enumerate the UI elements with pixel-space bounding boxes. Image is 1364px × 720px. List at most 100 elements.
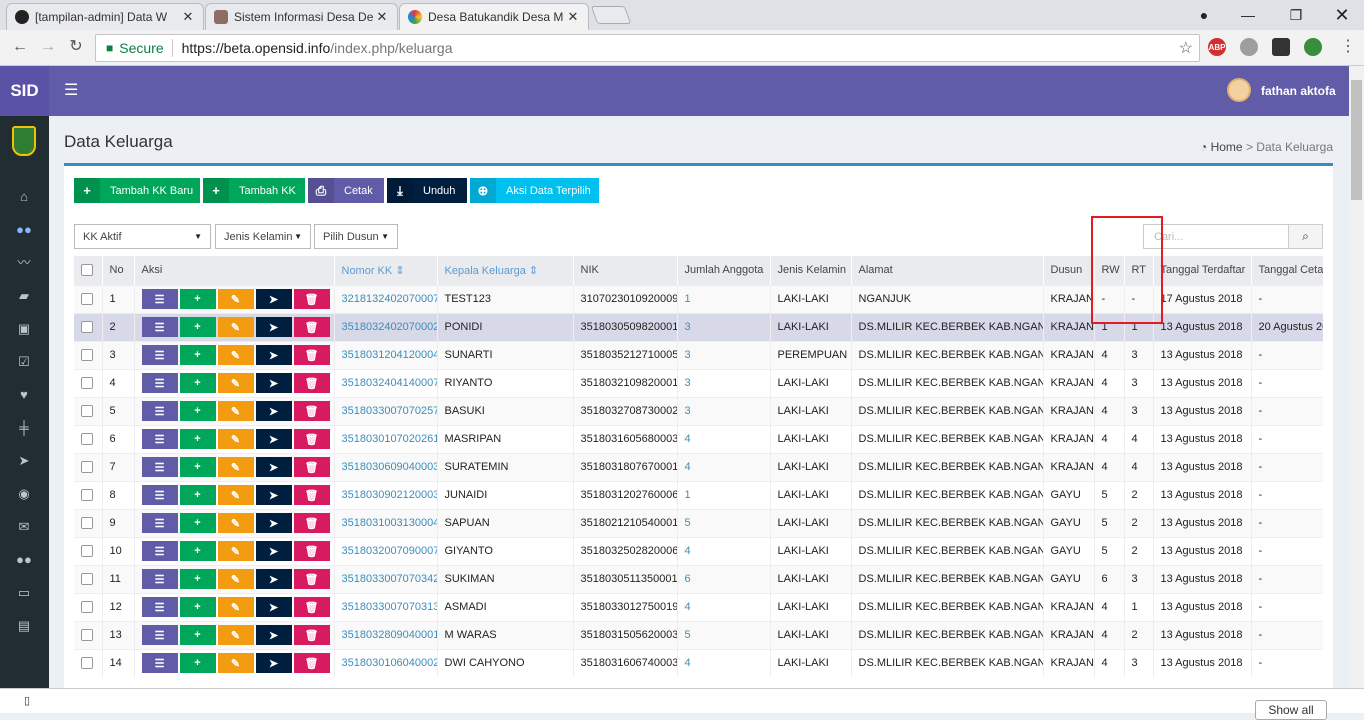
hapus-button[interactable]: 🗑 (293, 373, 330, 393)
show-all-downloads-button[interactable]: Show all (1255, 700, 1327, 720)
row-checkbox[interactable] (81, 601, 93, 614)
lokasi-button[interactable]: ➤ (255, 457, 292, 477)
new-tab-button[interactable] (590, 6, 632, 24)
ubah-button[interactable]: ✎ (217, 625, 254, 645)
tambah-kk-button[interactable]: + Tambah KK (203, 178, 305, 203)
row-checkbox[interactable] (81, 461, 93, 474)
header-kepala-keluarga[interactable]: Kepala Keluarga ⇕ (437, 256, 574, 285)
lokasi-button[interactable]: ➤ (255, 625, 292, 645)
search-input[interactable]: Cari... (1143, 224, 1289, 249)
inbox-icon[interactable]: ▤ (14, 616, 34, 636)
tambah-anggota-button[interactable]: + (179, 289, 216, 309)
home-icon[interactable]: ⌂ (14, 187, 34, 207)
cell-kk[interactable]: 3218132402070007 (334, 284, 438, 313)
rincian-button[interactable]: ☰ (141, 541, 178, 561)
ubah-button[interactable]: ✎ (217, 485, 254, 505)
hapus-button[interactable]: 🗑 (293, 653, 330, 674)
avatar[interactable] (1227, 78, 1251, 102)
cell-jumlah[interactable]: 3 (677, 368, 771, 397)
tambah-anggota-button[interactable]: + (179, 457, 216, 477)
hapus-button[interactable]: 🗑 (293, 625, 330, 645)
rincian-button[interactable]: ☰ (141, 429, 178, 449)
tambah-anggota-button[interactable]: + (179, 317, 216, 337)
ubah-button[interactable]: ✎ (217, 317, 254, 337)
tambah-anggota-button[interactable]: + (179, 597, 216, 617)
browser-tab-1[interactable]: [tampilan-admin] Data W ✕ (6, 3, 204, 30)
window-close-icon[interactable]: ✕ (1320, 0, 1364, 30)
dusun-select[interactable]: Pilih Dusun ▼ (314, 224, 398, 249)
maximize-icon[interactable]: ❐ (1274, 0, 1318, 30)
ubah-button[interactable]: ✎ (217, 345, 254, 365)
ubah-button[interactable]: ✎ (217, 289, 254, 309)
menu-toggle-icon[interactable]: ☰ (64, 80, 78, 100)
close-icon[interactable]: ✕ (375, 9, 389, 25)
ubah-button[interactable]: ✎ (217, 429, 254, 449)
forward-icon[interactable]: → (38, 37, 58, 57)
cell-jumlah[interactable]: 4 (677, 592, 771, 621)
cell-kk[interactable]: 3518030107020261 (334, 424, 438, 453)
back-icon[interactable]: ← (10, 37, 30, 57)
app-logo[interactable]: SID (0, 66, 49, 116)
cell-kk[interactable]: 3518030902120003 (334, 480, 438, 509)
rincian-button[interactable]: ☰ (141, 625, 178, 645)
cell-kk[interactable]: 3518030106040002 (334, 648, 438, 677)
lokasi-button[interactable]: ➤ (255, 429, 292, 449)
envelope-icon[interactable]: ✉ (14, 517, 34, 537)
lokasi-button[interactable]: ➤ (255, 317, 292, 337)
cell-jumlah[interactable]: 3 (677, 396, 771, 425)
tambah-anggota-button[interactable]: + (179, 513, 216, 533)
lokasi-button[interactable]: ➤ (255, 597, 292, 617)
cell-kk[interactable]: 3518032404140007 (334, 368, 438, 397)
signpost-icon[interactable]: ╪ (14, 418, 34, 438)
close-icon[interactable]: ✕ (181, 9, 195, 25)
ubah-button[interactable]: ✎ (217, 653, 254, 674)
status-select[interactable]: KK Aktif ▼ (74, 224, 211, 249)
checkbox-icon[interactable]: ☑ (14, 352, 34, 372)
row-checkbox[interactable] (81, 657, 93, 670)
cell-kk[interactable]: 3518032007090007 (334, 536, 438, 565)
desktop-icon[interactable]: ▭ (14, 583, 34, 603)
bookmark-star-icon[interactable]: ☆ (1179, 38, 1193, 58)
hapus-button[interactable]: 🗑 (293, 597, 330, 617)
archive-icon[interactable]: ▣ (14, 319, 34, 339)
hapus-button[interactable]: 🗑 (293, 289, 330, 309)
cell-jumlah[interactable]: 4 (677, 452, 771, 481)
lokasi-button[interactable]: ➤ (255, 569, 292, 589)
heart-icon[interactable]: ♥ (14, 385, 34, 405)
ubah-button[interactable]: ✎ (217, 541, 254, 561)
download-item[interactable]: ▯ (24, 694, 30, 707)
tambah-anggota-button[interactable]: + (179, 345, 216, 365)
unduh-button[interactable]: ⤓ Unduh (387, 178, 467, 203)
rincian-button[interactable]: ☰ (141, 401, 178, 421)
row-checkbox[interactable] (81, 321, 93, 334)
rincian-button[interactable]: ☰ (141, 373, 178, 393)
rincian-button[interactable]: ☰ (141, 597, 178, 617)
cell-jumlah[interactable]: 1 (677, 480, 771, 509)
adblock-icon[interactable]: ABP (1208, 38, 1226, 56)
menu-dots-icon[interactable]: ⋮ (1338, 37, 1358, 57)
row-checkbox[interactable] (81, 433, 93, 446)
ubah-button[interactable]: ✎ (217, 597, 254, 617)
breadcrumb-home[interactable]: Home (1211, 140, 1243, 154)
tambah-anggota-button[interactable]: + (179, 653, 216, 674)
gender-select[interactable]: Jenis Kelamin ▼ (215, 224, 311, 249)
lokasi-button[interactable]: ➤ (255, 289, 292, 309)
extension-icon[interactable] (1240, 38, 1258, 56)
row-checkbox[interactable] (81, 293, 93, 306)
rincian-button[interactable]: ☰ (141, 653, 178, 674)
select-all-checkbox[interactable] (81, 264, 93, 277)
hapus-button[interactable]: 🗑 (293, 569, 330, 589)
hapus-button[interactable]: 🗑 (293, 457, 330, 477)
cell-kk[interactable]: 3518033007070342 (334, 564, 438, 593)
ubah-button[interactable]: ✎ (217, 373, 254, 393)
cell-jumlah[interactable]: 5 (677, 508, 771, 537)
url-field[interactable]: ■ Secure https://beta.opensid.info/index… (95, 34, 1200, 62)
tambah-kk-baru-button[interactable]: + Tambah KK Baru (74, 178, 200, 203)
rincian-button[interactable]: ☰ (141, 317, 178, 337)
location-arrow-icon[interactable]: ➤ (14, 451, 34, 471)
browser-tab-2[interactable]: Sistem Informasi Desa De ✕ (205, 3, 398, 30)
search-button[interactable]: ⌕ (1288, 224, 1323, 249)
lokasi-button[interactable]: ➤ (255, 485, 292, 505)
cell-jumlah[interactable]: 4 (677, 424, 771, 453)
user-name[interactable]: fathan aktofa (1261, 84, 1336, 98)
